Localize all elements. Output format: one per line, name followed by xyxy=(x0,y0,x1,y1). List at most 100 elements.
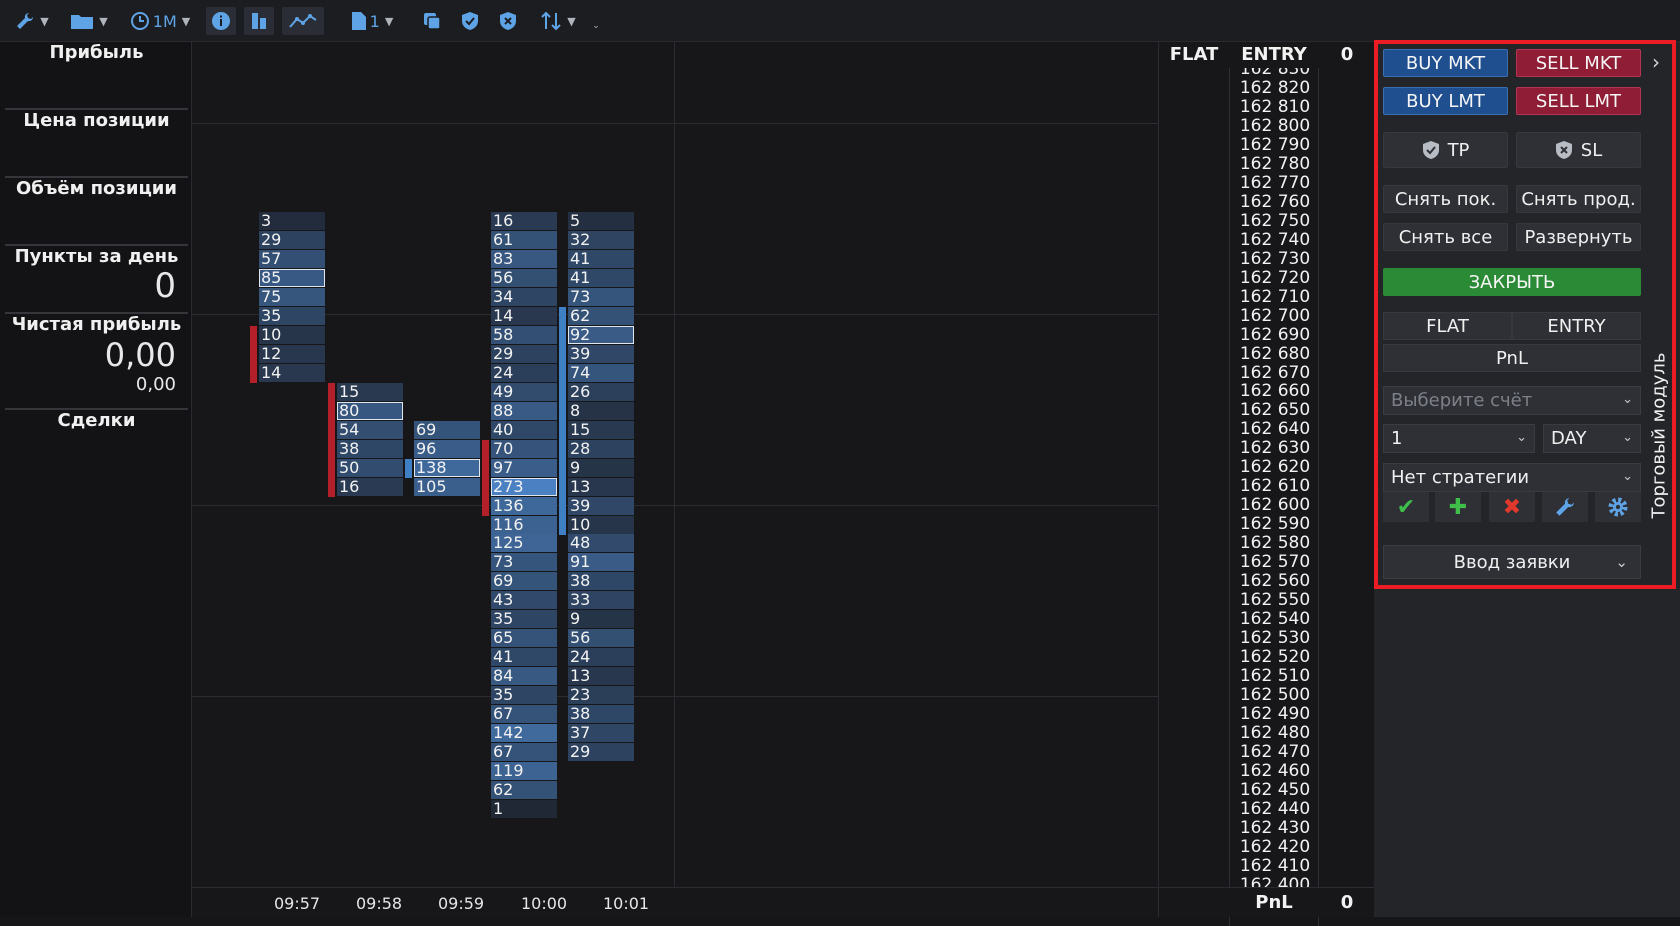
price-level[interactable]: 162 450 xyxy=(1230,781,1318,800)
price-level[interactable]: 162 600 xyxy=(1230,496,1318,515)
order-entry-toggle[interactable]: Ввод заявки ⌄ xyxy=(1383,545,1641,579)
add-button[interactable]: ✚ xyxy=(1435,492,1481,522)
volume-cell: 24 xyxy=(491,364,557,382)
price-level[interactable]: 162 700 xyxy=(1230,307,1318,326)
price-level[interactable]: 162 500 xyxy=(1230,686,1318,705)
reverse-button[interactable]: Развернуть xyxy=(1516,223,1641,251)
stop-loss-button[interactable]: SL xyxy=(1516,132,1641,168)
price-level[interactable]: 162 460 xyxy=(1230,762,1318,781)
volume-cell: 26 xyxy=(568,383,634,401)
account-select[interactable]: Выберите счёт ⌄ xyxy=(1383,386,1641,415)
cluster-view-button[interactable] xyxy=(244,7,274,35)
buy-limit-button[interactable]: BUY LMT xyxy=(1383,87,1508,115)
volume-cell: 28 xyxy=(568,440,634,458)
volume-cell: 38 xyxy=(568,705,634,723)
buy-market-button[interactable]: BUY MKT xyxy=(1383,49,1508,77)
price-level[interactable]: 162 550 xyxy=(1230,591,1318,610)
chevron-down-icon: ▼ xyxy=(567,14,576,28)
price-level[interactable]: 162 810 xyxy=(1230,98,1318,117)
price-level[interactable]: 162 610 xyxy=(1230,477,1318,496)
volume-cell: 56 xyxy=(491,269,557,287)
volume-cell: 10 xyxy=(568,516,634,534)
price-level[interactable]: 162 690 xyxy=(1230,326,1318,345)
price-level[interactable]: 162 630 xyxy=(1230,439,1318,458)
cancel-sell-button[interactable]: Снять прод. xyxy=(1516,185,1641,213)
close-position-button[interactable]: ЗАКРЫТЬ xyxy=(1383,268,1641,296)
cluster-chart[interactable]: 3 29 57 85 75 35 10 12 14 15 80 54 38 50 16 69 96 138 105 1… xyxy=(192,42,1158,917)
shield-check-button[interactable] xyxy=(456,7,484,35)
price-level[interactable]: 162 710 xyxy=(1230,288,1318,307)
price-level[interactable]: 162 570 xyxy=(1230,553,1318,572)
price-level[interactable]: 162 730 xyxy=(1230,250,1318,269)
price-level[interactable]: 162 560 xyxy=(1230,572,1318,591)
cancel-button[interactable]: ✖ xyxy=(1489,492,1535,522)
sort-menu[interactable]: ▼ xyxy=(532,7,584,35)
price-level[interactable]: 162 430 xyxy=(1230,819,1318,838)
price-level[interactable]: 162 510 xyxy=(1230,667,1318,686)
timeframe-menu[interactable]: 1М ▼ xyxy=(122,7,198,35)
position-volume-label: Объём позиции xyxy=(15,178,178,199)
confirm-button[interactable]: ✔ xyxy=(1383,492,1429,522)
pages-menu[interactable]: 1 ▼ xyxy=(340,7,404,35)
price-level[interactable]: 162 660 xyxy=(1230,382,1318,401)
cancel-all-button[interactable]: Снять все xyxy=(1383,223,1508,251)
price-level[interactable]: 162 520 xyxy=(1230,648,1318,667)
price-level[interactable]: 162 620 xyxy=(1230,458,1318,477)
price-level[interactable]: 162 820 xyxy=(1230,79,1318,98)
sell-market-button[interactable]: SELL MKT xyxy=(1516,49,1641,77)
shield-x-button[interactable] xyxy=(494,7,522,35)
settings-button[interactable] xyxy=(1595,492,1641,522)
price-level[interactable]: 162 650 xyxy=(1230,401,1318,420)
price-level[interactable]: 162 590 xyxy=(1230,515,1318,534)
price-level[interactable]: 162 540 xyxy=(1230,610,1318,629)
price-level[interactable]: 162 720 xyxy=(1230,269,1318,288)
strategy-select[interactable]: Нет стратегии ⌄ xyxy=(1383,463,1641,492)
volume-cell: 62 xyxy=(491,781,557,799)
volume-cell: 273 xyxy=(491,478,557,496)
volume-cell: 138 xyxy=(414,459,480,477)
price-ladder[interactable]: FLAT ENTRY 0 162 830 162 820 162 810 162 80… xyxy=(1158,42,1375,926)
price-level[interactable]: 162 640 xyxy=(1230,420,1318,439)
info-button[interactable] xyxy=(206,7,236,35)
volume-cell: 24 xyxy=(568,648,634,666)
time-in-force-select[interactable]: DAY ⌄ xyxy=(1543,424,1641,453)
price-level[interactable]: 162 490 xyxy=(1230,705,1318,724)
volume-cell: 35 xyxy=(259,307,325,325)
tools-menu[interactable]: ▼ xyxy=(8,7,56,35)
sell-limit-button[interactable]: SELL LMT xyxy=(1516,87,1641,115)
price-level[interactable]: 162 770 xyxy=(1230,174,1318,193)
time-label: 09:59 xyxy=(438,894,485,913)
position-price-label: Цена позиции xyxy=(23,110,170,131)
price-level[interactable]: 162 800 xyxy=(1230,117,1318,136)
page-count: 1 xyxy=(369,11,380,31)
toolbar: ▼ ▼ 1М ▼ 1 ▼ ▼ ⌄ xyxy=(0,0,1680,42)
price-level[interactable]: 162 760 xyxy=(1230,193,1318,212)
chevron-right-icon[interactable]: › xyxy=(1652,50,1660,74)
volume-cell: 142 xyxy=(491,724,557,742)
price-level[interactable]: 162 680 xyxy=(1230,345,1318,364)
price-level[interactable]: 162 480 xyxy=(1230,724,1318,743)
indicators-button[interactable] xyxy=(282,7,324,35)
position-volume-section: Объём позиции xyxy=(5,178,188,246)
copy-button[interactable] xyxy=(418,7,446,35)
volume-cell: 97 xyxy=(491,459,557,477)
grid-line xyxy=(674,42,675,887)
price-level[interactable]: 162 410 xyxy=(1230,857,1318,876)
tools-button[interactable] xyxy=(1542,492,1588,522)
price-level[interactable]: 162 580 xyxy=(1230,534,1318,553)
cancel-buy-button[interactable]: Снять пок. xyxy=(1383,185,1508,213)
price-level[interactable]: 162 780 xyxy=(1230,155,1318,174)
quantity-select[interactable]: 1 ⌄ xyxy=(1383,424,1535,453)
price-level[interactable]: 162 790 xyxy=(1230,136,1318,155)
price-level[interactable]: 162 750 xyxy=(1230,212,1318,231)
price-level[interactable]: 162 420 xyxy=(1230,838,1318,857)
price-level[interactable]: 162 470 xyxy=(1230,743,1318,762)
price-level[interactable]: 162 530 xyxy=(1230,629,1318,648)
price-level[interactable]: 162 440 xyxy=(1230,800,1318,819)
dom-footer: PnL 0 xyxy=(1159,887,1375,917)
price-level[interactable]: 162 740 xyxy=(1230,231,1318,250)
take-profit-button[interactable]: TP xyxy=(1383,132,1508,168)
price-column[interactable]: 162 830 162 820 162 810 162 800 162 790 162 7… xyxy=(1229,68,1319,926)
more-menu[interactable]: ⌄ xyxy=(590,18,602,34)
file-menu[interactable]: ▼ xyxy=(63,7,115,35)
